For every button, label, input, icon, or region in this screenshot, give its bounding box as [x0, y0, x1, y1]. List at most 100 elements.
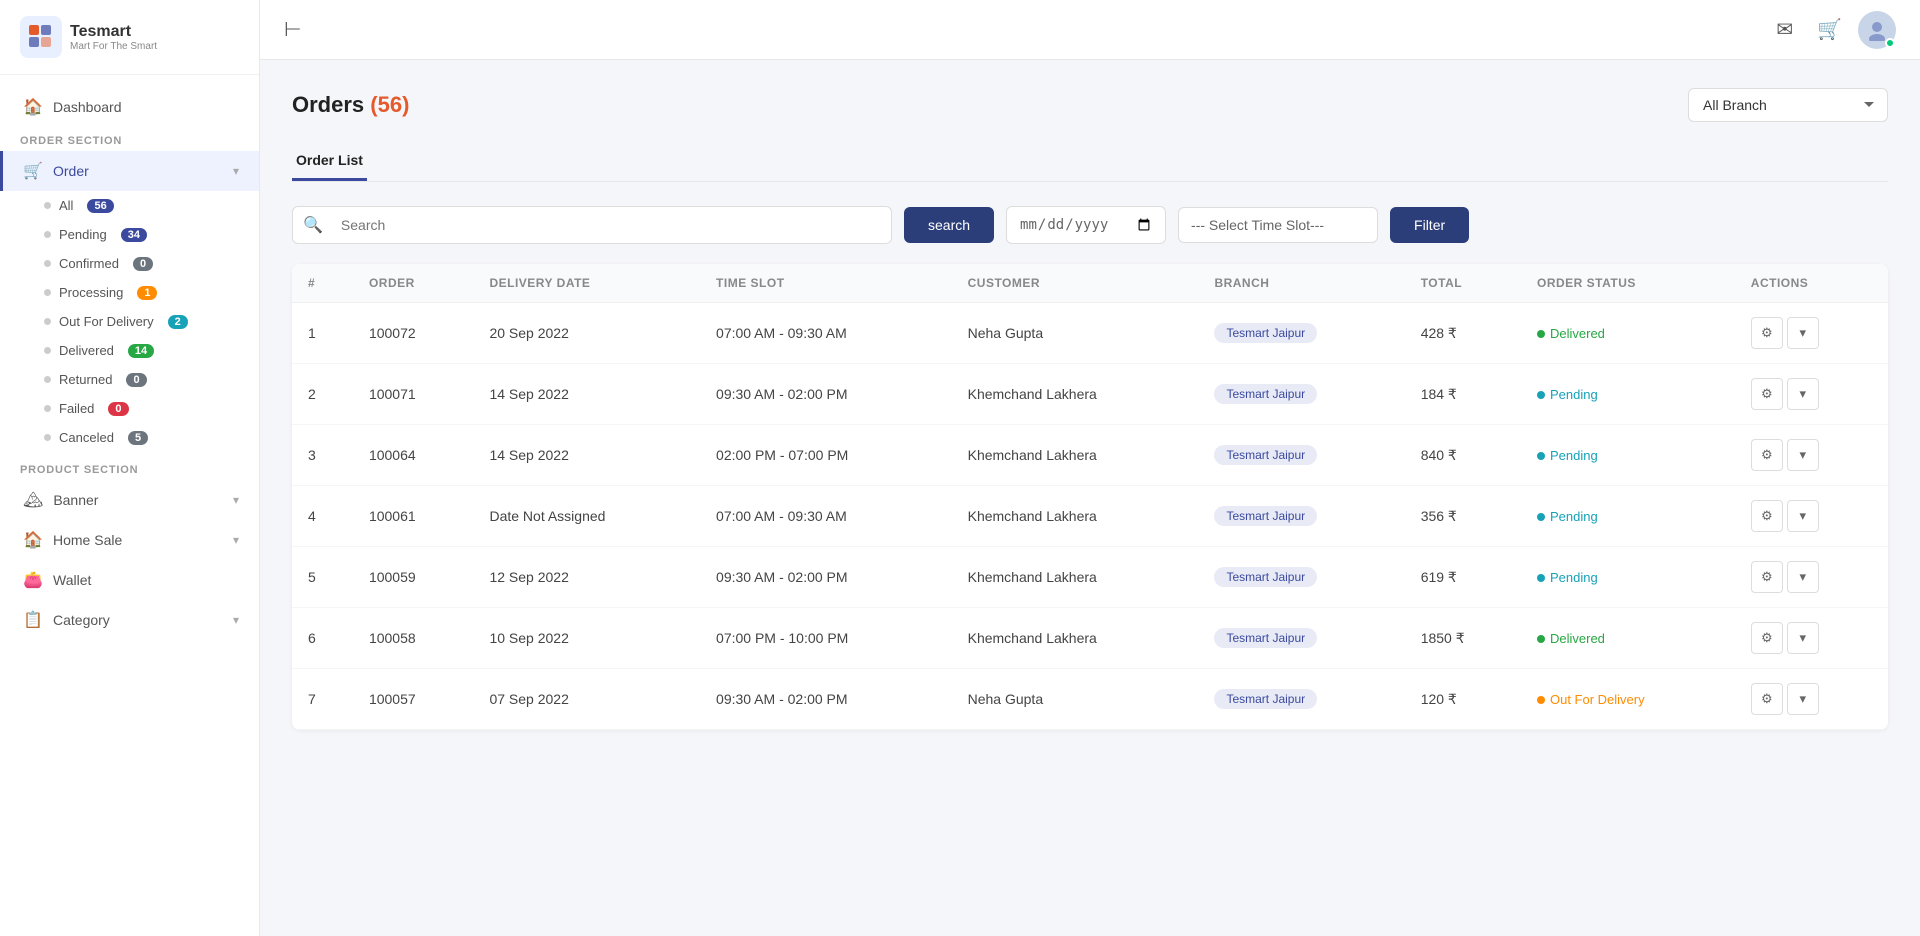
cell-status: Delivered: [1521, 303, 1735, 364]
order-outfordelivery-label: Out For Delivery: [59, 314, 154, 329]
table-header: # ORDER DELIVERY DATE TIME SLOT CUSTOMER…: [292, 264, 1888, 303]
order-subitem-all[interactable]: All 56: [0, 191, 259, 220]
wallet-icon: 👛: [23, 570, 43, 590]
page-title: Orders (56): [292, 92, 409, 118]
cell-actions: ⚙ ▾: [1735, 486, 1888, 547]
col-customer: CUSTOMER: [952, 264, 1199, 303]
cell-delivery-date: 12 Sep 2022: [473, 547, 700, 608]
cell-delivery-date: 14 Sep 2022: [473, 425, 700, 486]
cell-branch: Tesmart Jaipur: [1198, 364, 1404, 425]
sidebar-order-label: Order: [53, 163, 89, 179]
dot-icon: [44, 405, 51, 412]
logo-subtitle: Mart For The Smart: [70, 41, 157, 52]
order-subitem-processing[interactable]: Processing 1: [0, 278, 259, 307]
cell-actions: ⚙ ▾: [1735, 303, 1888, 364]
status-dot-icon: [1537, 391, 1545, 399]
action-expand-button[interactable]: ▾: [1787, 378, 1819, 410]
status-dot-icon: [1537, 635, 1545, 643]
cell-order: 100057: [353, 669, 474, 730]
order-subitem-pending[interactable]: Pending 34: [0, 220, 259, 249]
action-expand-button[interactable]: ▾: [1787, 683, 1819, 715]
time-slot-select[interactable]: --- Select Time Slot--- 07:00 AM - 09:30…: [1178, 207, 1378, 243]
col-actions: ACTIONS: [1735, 264, 1888, 303]
action-gear-button[interactable]: ⚙: [1751, 439, 1783, 471]
cell-actions: ⚙ ▾: [1735, 669, 1888, 730]
sidebar-item-category[interactable]: 📋 Category ▾: [0, 600, 259, 640]
search-button[interactable]: search: [904, 207, 994, 243]
table-row: 1 100072 20 Sep 2022 07:00 AM - 09:30 AM…: [292, 303, 1888, 364]
table-row: 3 100064 14 Sep 2022 02:00 PM - 07:00 PM…: [292, 425, 1888, 486]
orders-table: # ORDER DELIVERY DATE TIME SLOT CUSTOMER…: [292, 264, 1888, 730]
cell-branch: Tesmart Jaipur: [1198, 608, 1404, 669]
action-gear-button[interactable]: ⚙: [1751, 683, 1783, 715]
status-badge: Out For Delivery: [1537, 692, 1645, 707]
col-total: TOTAL: [1405, 264, 1521, 303]
cell-branch: Tesmart Jaipur: [1198, 547, 1404, 608]
col-time-slot: TIME SLOT: [700, 264, 952, 303]
action-gear-button[interactable]: ⚙: [1751, 500, 1783, 532]
action-expand-button[interactable]: ▾: [1787, 500, 1819, 532]
status-dot-icon: [1537, 574, 1545, 582]
cell-status: Pending: [1521, 364, 1735, 425]
filter-row: 🔍 search --- Select Time Slot--- 07:00 A…: [292, 206, 1888, 244]
sidebar-item-dashboard[interactable]: 🏠 Dashboard: [0, 87, 259, 127]
cell-time-slot: 09:30 AM - 02:00 PM: [700, 547, 952, 608]
cell-actions: ⚙ ▾: [1735, 608, 1888, 669]
order-subitem-failed[interactable]: Failed 0: [0, 394, 259, 423]
cell-order: 100064: [353, 425, 474, 486]
cell-total: 1850 ₹: [1405, 608, 1521, 669]
category-icon: 📋: [23, 610, 43, 630]
cell-delivery-date: 14 Sep 2022: [473, 364, 700, 425]
cell-customer: Khemchand Lakhera: [952, 486, 1199, 547]
sidebar-item-homesale[interactable]: 🏠 Home Sale ▾: [0, 520, 259, 560]
tab-order-list[interactable]: Order List: [292, 142, 367, 181]
action-expand-button[interactable]: ▾: [1787, 561, 1819, 593]
actions-cell: ⚙ ▾: [1751, 500, 1872, 532]
mail-icon[interactable]: ✉: [1776, 17, 1793, 42]
order-canceled-label: Canceled: [59, 430, 114, 445]
order-failed-badge: 0: [108, 402, 128, 416]
sidebar-item-wallet[interactable]: 👛 Wallet: [0, 560, 259, 600]
cell-time-slot: 02:00 PM - 07:00 PM: [700, 425, 952, 486]
action-expand-button[interactable]: ▾: [1787, 622, 1819, 654]
action-expand-button[interactable]: ▾: [1787, 439, 1819, 471]
order-subitem-returned[interactable]: Returned 0: [0, 365, 259, 394]
search-input[interactable]: [333, 207, 891, 243]
order-returned-label: Returned: [59, 372, 112, 387]
order-subitem-canceled[interactable]: Canceled 5: [0, 423, 259, 452]
sidebar-homesale-label: Home Sale: [53, 532, 122, 548]
collapse-icon[interactable]: ⊢: [284, 17, 301, 42]
cell-total: 428 ₹: [1405, 303, 1521, 364]
order-processing-badge: 1: [137, 286, 157, 300]
cell-customer: Neha Gupta: [952, 303, 1199, 364]
order-icon: 🛒: [23, 161, 43, 181]
branch-select[interactable]: All Branch Tesmart Jaipur: [1688, 88, 1888, 122]
sidebar-item-banner[interactable]: 🏔 Banner ▾: [0, 480, 259, 520]
order-subitem-delivered[interactable]: Delivered 14: [0, 336, 259, 365]
avatar-online-dot: [1885, 38, 1895, 48]
search-wrap: 🔍: [292, 206, 892, 244]
cart-icon[interactable]: 🛒: [1817, 17, 1842, 42]
action-gear-button[interactable]: ⚙: [1751, 622, 1783, 654]
action-gear-button[interactable]: ⚙: [1751, 317, 1783, 349]
category-chevron-icon: ▾: [233, 613, 239, 627]
cell-order: 100058: [353, 608, 474, 669]
avatar[interactable]: [1858, 11, 1896, 49]
order-subitem-confirmed[interactable]: Confirmed 0: [0, 249, 259, 278]
page-content: Orders (56) All Branch Tesmart Jaipur Or…: [260, 60, 1920, 936]
order-subitem-outfordelivery[interactable]: Out For Delivery 2: [0, 307, 259, 336]
action-gear-button[interactable]: ⚙: [1751, 561, 1783, 593]
cell-order: 100071: [353, 364, 474, 425]
order-delivered-badge: 14: [128, 344, 154, 358]
order-chevron-icon: ▾: [233, 164, 239, 178]
cell-branch: Tesmart Jaipur: [1198, 303, 1404, 364]
action-expand-button[interactable]: ▾: [1787, 317, 1819, 349]
date-input[interactable]: [1006, 206, 1166, 244]
action-gear-button[interactable]: ⚙: [1751, 378, 1783, 410]
order-pending-label: Pending: [59, 227, 107, 242]
cell-actions: ⚙ ▾: [1735, 425, 1888, 486]
filter-button[interactable]: Filter: [1390, 207, 1469, 243]
sidebar-item-order[interactable]: 🛒 Order ▾: [0, 151, 259, 191]
order-failed-label: Failed: [59, 401, 94, 416]
dot-icon: [44, 434, 51, 441]
